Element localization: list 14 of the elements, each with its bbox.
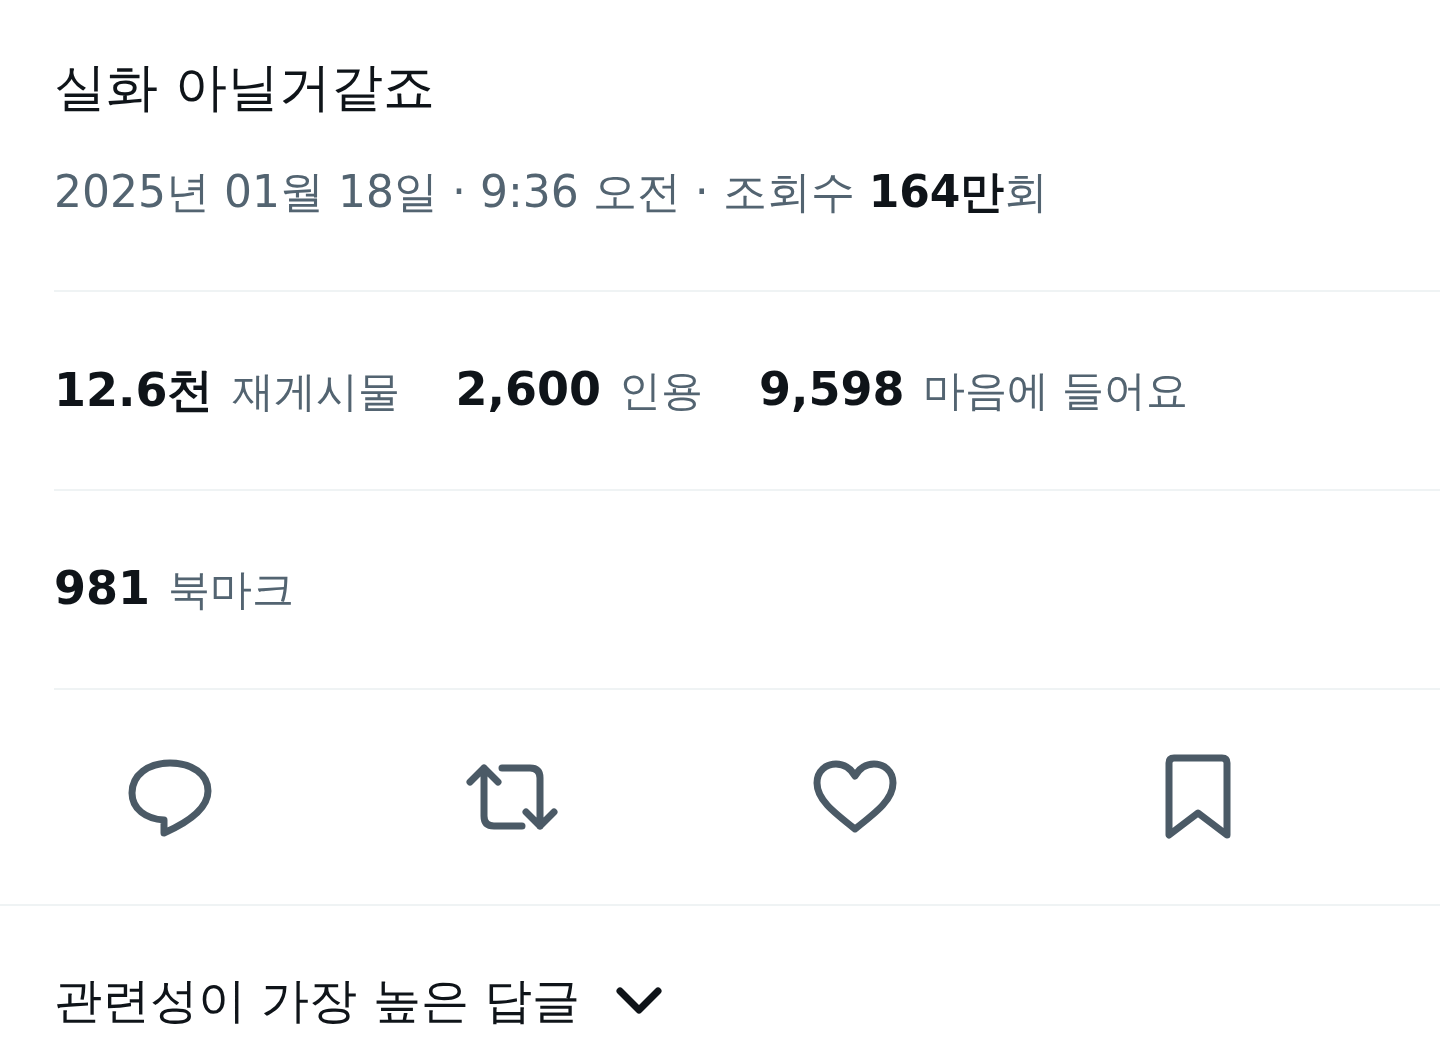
reply-icon[interactable] [126, 757, 214, 837]
bookmark-count[interactable]: 981 [54, 561, 151, 615]
stat-count[interactable]: 2,600 [455, 362, 601, 416]
bookmark-label[interactable]: 북마크 [168, 562, 295, 618]
stat-label[interactable]: 재게시물 [231, 363, 400, 420]
reply-sort-label[interactable]: 관련성이 가장 높은 답글 [54, 969, 580, 1033]
tweet-meta: 2025년 01월 18일 · 9:36 오전 · 조회수 164만회 [54, 165, 1050, 219]
stat-label[interactable]: 인용 [619, 363, 703, 419]
stat-count[interactable]: 9,598 [759, 362, 905, 416]
heart-icon[interactable] [811, 759, 898, 835]
tweet-text: 실화 아닐거같죠 [54, 56, 436, 119]
chevron-down-icon[interactable] [615, 986, 662, 1016]
stat-label[interactable]: 마음에 들어요 [922, 363, 1188, 419]
stat-count[interactable]: 12.6천 [54, 359, 214, 422]
